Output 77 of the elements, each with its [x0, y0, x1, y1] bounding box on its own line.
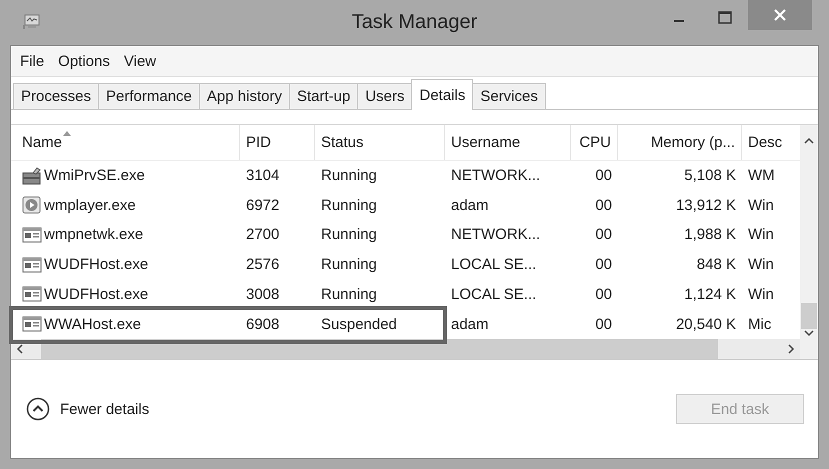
window-icon: [22, 315, 42, 334]
column-header[interactable]: CPU: [579, 134, 611, 151]
table-cell: Win: [748, 196, 774, 214]
table-cell: 1,988 K: [684, 226, 736, 244]
table-cell: Running: [321, 226, 377, 244]
table-cell: WWAHost.exe: [44, 316, 141, 333]
scroll-right-icon[interactable]: [786, 344, 796, 354]
scroll-up-icon[interactable]: [804, 137, 814, 145]
scroll-left-icon[interactable]: [15, 344, 25, 354]
table-cell: WM: [748, 167, 775, 184]
table-cell: 00: [595, 286, 612, 303]
table-cell: WmiPrvSE.exe: [44, 167, 145, 184]
table-cell: 1,124 K: [684, 286, 736, 303]
table-cell: wmpnetwk.exe: [44, 226, 144, 244]
column-header[interactable]: Username: [451, 134, 520, 151]
tab[interactable]: Services: [472, 83, 546, 109]
table-cell: adam: [451, 196, 489, 214]
table-cell: Win: [748, 256, 774, 274]
table-cell: adam: [451, 316, 489, 333]
table-cell: 6972: [246, 196, 280, 214]
menu-item[interactable]: File: [20, 52, 44, 70]
scroll-down-icon[interactable]: [804, 329, 814, 337]
play-icon: [22, 196, 42, 214]
table-cell: LOCAL SE...: [451, 256, 536, 274]
table-cell: 3104: [246, 167, 280, 184]
column-header[interactable]: Desc: [748, 134, 782, 151]
table-cell: Running: [321, 286, 377, 303]
fewer-details-link[interactable]: Fewer details: [60, 400, 150, 418]
table-cell: 848 K: [696, 256, 736, 274]
table-cell: Win: [748, 226, 774, 244]
table-cell: Running: [321, 256, 377, 274]
tab[interactable]: Performance: [98, 83, 200, 109]
toolbox-icon: [22, 166, 42, 185]
table-cell: Mic: [748, 316, 772, 333]
close-icon[interactable]: [748, 0, 812, 30]
table-cell: 2576: [246, 256, 280, 274]
table-cell: LOCAL SE...: [451, 286, 536, 303]
table-cell: Suspended: [321, 316, 397, 333]
menu-item[interactable]: View: [124, 52, 156, 70]
window-title: Task Manager: [350, 11, 478, 34]
table-cell: 00: [595, 167, 612, 184]
tab[interactable]: Processes: [13, 83, 100, 109]
table-cell: WUDFHost.exe: [44, 256, 148, 274]
table-cell: 6908: [246, 316, 280, 333]
table-cell: 2700: [246, 226, 280, 244]
vertical-scrollbar[interactable]: [800, 125, 818, 359]
table-cell: 3008: [246, 286, 280, 303]
table-cell: Running: [321, 196, 377, 214]
table-cell: wmplayer.exe: [44, 196, 136, 214]
table-cell: 5,108 K: [684, 167, 736, 184]
table-cell: 00: [595, 256, 612, 274]
column-header[interactable]: Memory (p...: [650, 134, 735, 151]
window-icon: [22, 226, 42, 244]
column-header[interactable]: PID: [246, 134, 272, 151]
menu-item[interactable]: Options: [58, 52, 110, 70]
table-cell: 13,912 K: [676, 196, 736, 214]
window-icon: [22, 285, 42, 304]
app-icon: [22, 14, 40, 30]
collapse-icon[interactable]: [26, 397, 50, 421]
table-cell: Running: [321, 167, 377, 184]
tab[interactable]: Details: [411, 79, 474, 110]
table-cell: 20,540 K: [676, 316, 736, 333]
column-header[interactable]: Name: [22, 134, 62, 151]
table-cell: NETWORK...: [451, 167, 540, 184]
tab[interactable]: App history: [198, 83, 290, 109]
sort-icon: [63, 131, 71, 136]
tab[interactable]: Users: [357, 83, 412, 109]
scroll-thumb[interactable]: [801, 303, 817, 329]
table-cell: 00: [595, 226, 612, 244]
table-cell: WUDFHost.exe: [44, 286, 148, 303]
table-cell: 00: [595, 196, 612, 214]
column-header[interactable]: Status: [321, 134, 364, 151]
table-cell: NETWORK...: [451, 226, 540, 244]
table-cell: Win: [748, 286, 774, 303]
tab[interactable]: Start-up: [288, 83, 358, 109]
table-cell: 00: [595, 316, 612, 333]
window-icon: [22, 256, 42, 274]
